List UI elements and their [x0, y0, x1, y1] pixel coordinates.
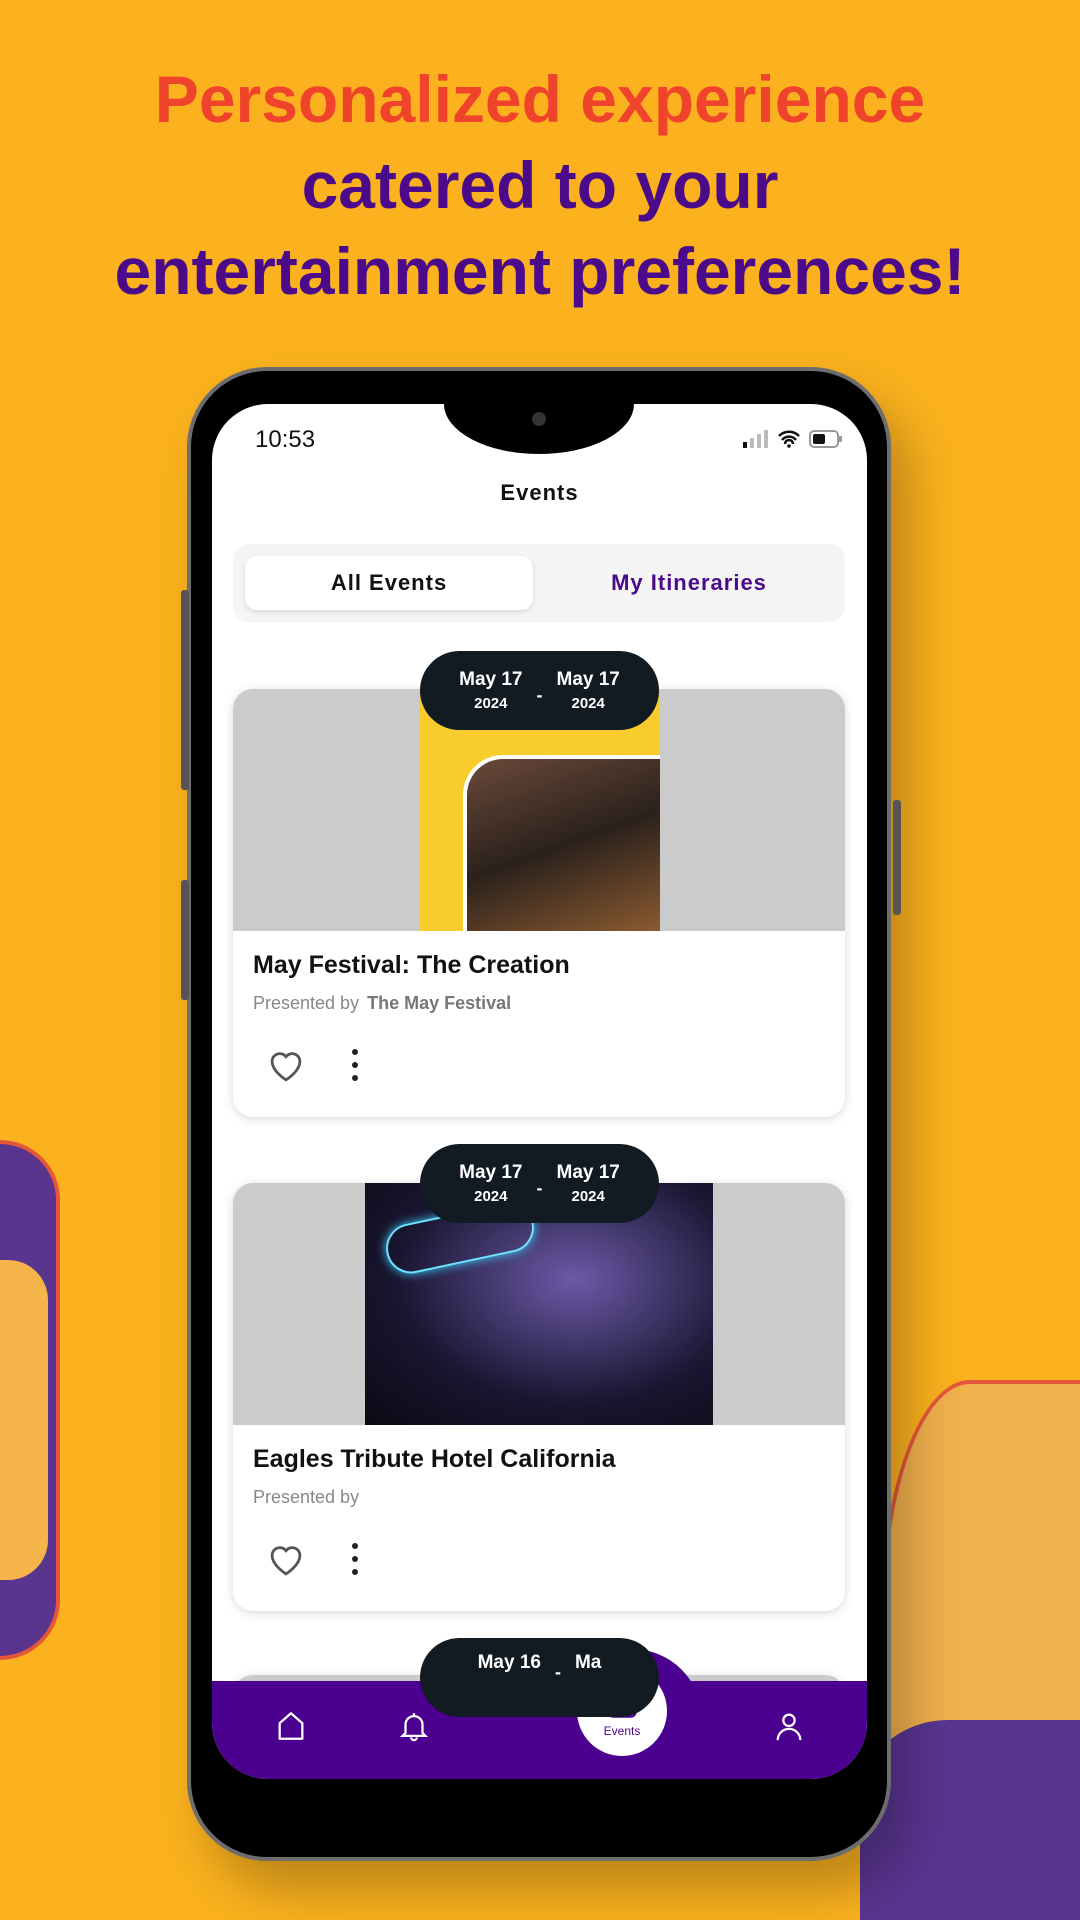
decorative-illustration-right-shirt	[860, 1720, 1080, 1920]
headline-line-1: Personalized experience	[154, 62, 926, 136]
headline-line-2: catered to your	[301, 148, 779, 222]
end-year: 2024	[571, 1188, 605, 1205]
event-title[interactable]: May Festival: The Creation	[253, 951, 570, 980]
tab-all-events[interactable]: All Events	[245, 556, 533, 610]
home-icon[interactable]	[274, 1709, 308, 1743]
presented-by: Presented by The May Festival	[253, 993, 511, 1014]
user-icon[interactable]	[772, 1709, 806, 1743]
tab-my-itineraries[interactable]: My Itineraries	[539, 556, 839, 610]
end-date: May 17	[556, 1162, 620, 1183]
phone-side-button	[181, 880, 189, 1000]
start-date: May 16	[477, 1652, 541, 1673]
heart-icon[interactable]	[267, 1543, 305, 1577]
date-pill: May 16 - Ma	[420, 1638, 659, 1717]
battery-icon	[809, 430, 842, 448]
event-title[interactable]: Eagles Tribute Hotel California	[253, 1445, 616, 1474]
end-year: 2024	[571, 695, 605, 712]
heart-icon[interactable]	[267, 1049, 305, 1083]
decorative-illustration-left-face	[0, 1260, 48, 1580]
phone-power-button	[893, 800, 901, 915]
status-icons	[743, 430, 843, 448]
start-date: May 17	[459, 669, 523, 690]
end-date: May 17	[556, 669, 620, 690]
presenter-name: The May Festival	[367, 993, 512, 1013]
start-year: 2024	[474, 695, 508, 712]
headline-line-3: entertainment preferences!	[114, 234, 966, 308]
more-options-icon[interactable]	[350, 1047, 360, 1083]
presented-by-label: Presented by	[253, 993, 360, 1013]
date-pill: May 17 2024 - May 17 2024	[420, 1144, 659, 1223]
segmented-control: All Events My Itineraries	[233, 544, 845, 622]
page-title: Events	[500, 480, 579, 505]
nav-events-label: Events	[603, 1723, 641, 1738]
start-year: 2024	[474, 1188, 508, 1205]
wifi-icon	[778, 430, 800, 448]
status-time: 10:53	[255, 426, 316, 453]
end-date: Ma	[574, 1652, 602, 1673]
phone-volume-button	[181, 590, 189, 790]
presented-by-label: Presented by	[253, 1487, 360, 1507]
start-date: May 17	[459, 1162, 523, 1183]
event-card[interactable]: May Festival: The Creation Presented by T…	[233, 689, 845, 1117]
more-options-icon[interactable]	[350, 1541, 360, 1577]
event-card[interactable]: Eagles Tribute Hotel California Presente…	[233, 1183, 845, 1611]
bell-icon[interactable]	[397, 1709, 431, 1743]
signal-icon	[743, 430, 768, 448]
notch	[444, 404, 634, 454]
camera	[532, 412, 546, 426]
date-pill: May 17 2024 - May 17 2024	[420, 651, 659, 730]
phone-screen: 10:53 Events All Events My Itineraries M…	[212, 404, 867, 1779]
presented-by: Presented by	[253, 1487, 367, 1508]
